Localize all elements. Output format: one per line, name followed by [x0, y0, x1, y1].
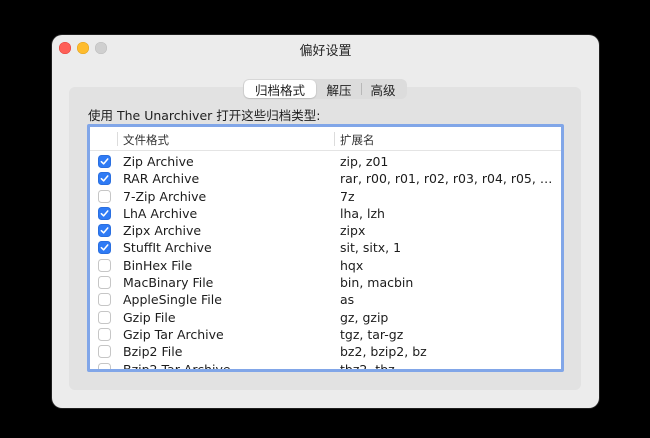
format-name: Bzip2 File	[123, 344, 183, 360]
table-row[interactable]: RAR Archive rar, r00, r01, r02, r03, r04,…	[90, 170, 561, 187]
table-row[interactable]: MacBinary File bin, macbin	[90, 274, 561, 291]
table-body: Zip Archive zip, z01 RAR Archive rar, r00, …	[90, 153, 561, 372]
column-divider	[117, 132, 118, 146]
table-row[interactable]: Bzip2 Tar Archive tbz2, tbz	[90, 361, 561, 372]
format-checkbox[interactable]	[98, 189, 111, 203]
format-checkbox[interactable]	[98, 172, 111, 186]
format-checkbox[interactable]	[98, 362, 111, 369]
table-row[interactable]: 7-Zip Archive 7z	[90, 188, 561, 205]
panel-description: 使用 The Unarchiver 打开这些归档类型:	[88, 108, 321, 123]
format-checkbox[interactable]	[98, 241, 111, 255]
format-name: Gzip Tar Archive	[123, 326, 224, 342]
preferences-window: 偏好设置 归档格式 解压 高级 使用 The Unarchiver 打开这些归档…	[52, 35, 599, 408]
format-checkbox[interactable]	[98, 206, 111, 220]
table-row[interactable]: Bzip2 File bz2, bzip2, bz	[90, 343, 561, 360]
format-name: 7-Zip Archive	[123, 188, 207, 204]
format-extensions: lha, lzh	[340, 205, 385, 221]
format-extensions: zip, z01	[340, 154, 389, 169]
checkmark-icon	[100, 158, 109, 165]
format-name: MacBinary File	[123, 275, 214, 291]
tab-extraction[interactable]: 解压	[317, 79, 361, 99]
format-extensions: tgz, tar-gz	[340, 326, 404, 342]
format-extensions: hqx	[340, 257, 364, 273]
format-name: Zipx Archive	[123, 223, 202, 239]
format-extensions: tbz2, tbz	[340, 361, 395, 372]
checkmark-icon	[100, 210, 109, 217]
tab-archive-formats[interactable]: 归档格式	[244, 80, 316, 98]
format-checkbox[interactable]	[98, 224, 111, 238]
tab-advanced[interactable]: 高级	[361, 79, 405, 99]
format-checkbox[interactable]	[98, 155, 111, 168]
format-extensions: 7z	[340, 188, 355, 204]
format-checkbox[interactable]	[98, 258, 111, 272]
format-name: Zip Archive	[123, 154, 194, 169]
checkmark-icon	[100, 244, 109, 252]
format-name: AppleSingle File	[123, 292, 222, 308]
format-checkbox[interactable]	[98, 293, 111, 307]
table-row[interactable]: BinHex File hqx	[90, 257, 561, 274]
format-extensions: as	[340, 292, 355, 308]
format-name: StuffIt Archive	[123, 240, 212, 256]
table-row[interactable]: LhA Archive lha, lzh	[90, 205, 561, 222]
format-extensions: bin, macbin	[340, 275, 414, 291]
table-row[interactable]: Zip Archive zip, z01	[90, 153, 561, 170]
format-extensions: bz2, bzip2, bz	[340, 344, 427, 360]
table-row[interactable]: Gzip Tar Archive tgz, tar-gz	[90, 326, 561, 343]
format-extensions: zipx	[340, 223, 366, 239]
table-row[interactable]: AppleSingle File as	[90, 291, 561, 308]
format-extensions: sit, sitx, 1	[340, 240, 402, 256]
format-checkbox[interactable]	[98, 345, 111, 359]
table-row[interactable]: Gzip File gz, gzip	[90, 309, 561, 326]
column-header-format[interactable]: 文件格式	[123, 132, 169, 148]
checkmark-icon	[100, 227, 109, 234]
archive-formats-table[interactable]: 文件格式 扩展名 Zip Archive zip, z01 RAR Archive r…	[87, 124, 564, 372]
column-divider[interactable]	[334, 132, 335, 146]
format-name: BinHex File	[123, 257, 193, 273]
format-checkbox[interactable]	[98, 327, 111, 341]
format-extensions: gz, gzip	[340, 309, 389, 325]
format-checkbox[interactable]	[98, 276, 111, 290]
format-checkbox[interactable]	[98, 310, 111, 324]
preferences-tab-bar: 归档格式 解压 高级	[243, 79, 407, 99]
format-name: RAR Archive	[123, 171, 200, 187]
format-name: LhA Archive	[123, 205, 198, 221]
format-name: Bzip2 Tar Archive	[123, 361, 231, 372]
window-title: 偏好设置	[299, 44, 352, 59]
title-bar: 偏好设置	[52, 35, 599, 61]
table-row[interactable]: Zipx Archive zipx	[90, 222, 561, 239]
column-header-extension[interactable]: 扩展名	[340, 132, 375, 148]
format-name: Gzip File	[123, 309, 176, 325]
table-header: 文件格式 扩展名	[90, 127, 561, 151]
table-row[interactable]: StuffIt Archive sit, sitx, 1	[90, 239, 561, 256]
format-extensions: rar, r00, r01, r02, r03, r04, r05, r06, …	[340, 171, 556, 187]
checkmark-icon	[100, 175, 109, 182]
